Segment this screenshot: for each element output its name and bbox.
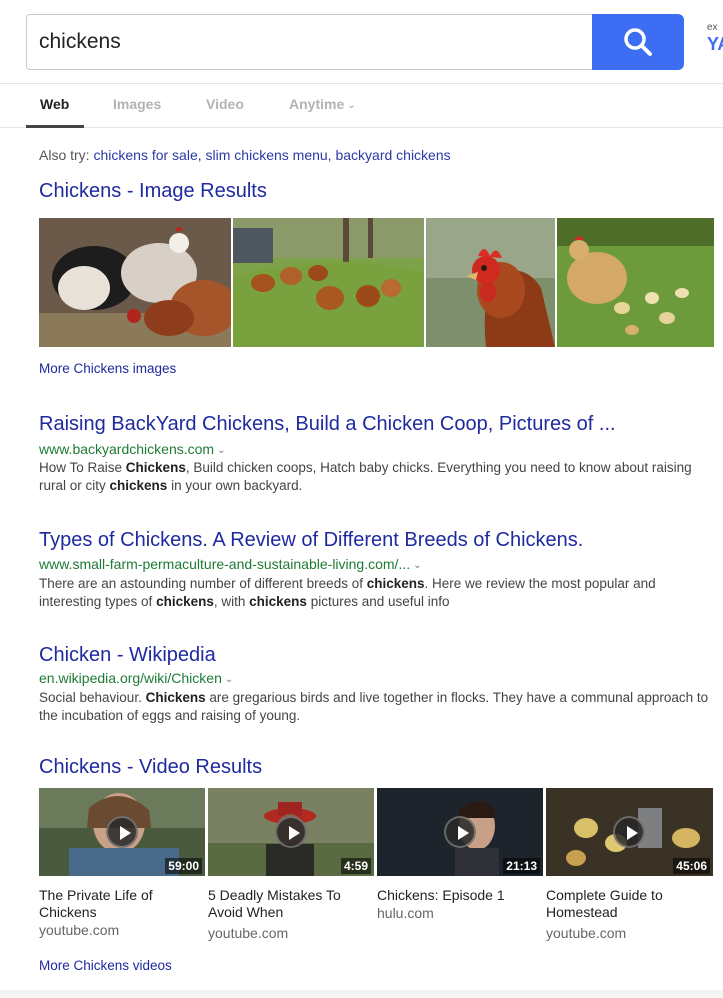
video-source: hulu.com xyxy=(377,905,434,921)
brand-logo-text: YA xyxy=(707,34,723,54)
video-title[interactable]: Complete Guide to Homestead xyxy=(546,887,706,921)
play-icon[interactable] xyxy=(106,816,138,848)
page-bottom-bar xyxy=(0,990,723,998)
video-source: youtube.com xyxy=(546,925,627,941)
result-title[interactable]: Types of Chickens. A Review of Different… xyxy=(39,529,583,552)
video-source: youtube.com xyxy=(39,922,120,938)
image-result-thumbnail[interactable] xyxy=(426,218,555,347)
video-thumbnail[interactable]: 45:06 xyxy=(546,788,713,876)
play-icon[interactable] xyxy=(275,816,307,848)
result-snippet: How To Raise Chickens, Build chicken coo… xyxy=(39,460,692,493)
result-url[interactable]: www.small-farm-permaculture-and-sustaina… xyxy=(39,556,422,572)
search-tabs: Web Images Video Anytime ⌄ xyxy=(0,84,723,128)
more-videos-link[interactable]: More Chickens videos xyxy=(39,958,172,973)
chevron-down-icon[interactable]: ⌄ xyxy=(413,560,421,571)
video-duration: 45:06 xyxy=(673,858,710,874)
image-result-thumbnail[interactable] xyxy=(39,218,231,347)
video-thumbnail[interactable]: 21:13 xyxy=(377,788,543,876)
play-icon[interactable] xyxy=(613,816,645,848)
result-url-text: www.backyardchickens.com xyxy=(39,441,215,457)
also-try-link[interactable]: chickens for sale, xyxy=(93,147,201,163)
video-title[interactable]: The Private Life of Chickens xyxy=(39,887,199,921)
result-url-text: en.wikipedia.org/wiki/Chicken xyxy=(39,670,222,686)
active-tab-indicator xyxy=(26,125,84,128)
result-snippet: There are an astounding number of differ… xyxy=(39,576,656,609)
search-icon xyxy=(624,28,652,56)
tab-images[interactable]: Images xyxy=(113,96,161,112)
search-header: ex YA xyxy=(0,0,723,84)
image-result-thumbnail[interactable] xyxy=(557,218,714,347)
tab-video[interactable]: Video xyxy=(206,96,244,112)
hen-with-chicks-photo xyxy=(557,218,714,347)
chickens-in-field-photo xyxy=(233,218,424,347)
also-try-link[interactable]: slim chickens menu, xyxy=(206,147,332,163)
more-images-link[interactable]: More Chickens images xyxy=(39,361,176,376)
also-try: Also try: chickens for sale, slim chicke… xyxy=(39,147,451,163)
result-url[interactable]: en.wikipedia.org/wiki/Chicken ⌄ xyxy=(39,670,233,686)
also-try-link[interactable]: backyard chickens xyxy=(335,147,450,163)
video-thumbnail[interactable]: 4:59 xyxy=(208,788,374,876)
result-url[interactable]: www.backyardchickens.com ⌄ xyxy=(39,441,225,457)
brand-small-text: ex xyxy=(707,22,718,33)
chevron-down-icon[interactable]: ⌄ xyxy=(225,674,233,685)
video-source: youtube.com xyxy=(208,925,289,941)
also-try-label: Also try: xyxy=(39,147,90,163)
video-thumbnail[interactable]: 59:00 xyxy=(39,788,205,876)
video-duration: 21:13 xyxy=(503,858,540,874)
video-title[interactable]: Chickens: Episode 1 xyxy=(377,887,537,904)
chevron-down-icon[interactable]: ⌄ xyxy=(217,445,225,456)
play-icon[interactable] xyxy=(444,816,476,848)
image-result-thumbnail[interactable] xyxy=(233,218,424,347)
video-duration: 59:00 xyxy=(165,858,202,874)
chevron-down-icon: ⌄ xyxy=(347,100,356,111)
result-title[interactable]: Raising BackYard Chickens, Build a Chick… xyxy=(39,413,616,436)
brand-logo[interactable]: ex YA xyxy=(707,22,723,62)
search-input[interactable] xyxy=(39,15,584,69)
tab-anytime[interactable]: Anytime ⌄ xyxy=(289,96,356,112)
video-title[interactable]: 5 Deadly Mistakes To Avoid When xyxy=(208,887,368,921)
result-title[interactable]: Chicken - Wikipedia xyxy=(39,644,216,667)
flock-of-chickens-photo xyxy=(39,218,231,347)
video-results-title[interactable]: Chickens - Video Results xyxy=(39,756,262,779)
result-url-text: www.small-farm-permaculture-and-sustaina… xyxy=(39,556,411,572)
search-box[interactable] xyxy=(26,14,593,70)
search-button[interactable] xyxy=(592,14,684,70)
hen-closeup-photo xyxy=(426,218,555,347)
tab-anytime-label: Anytime xyxy=(289,96,345,112)
video-duration: 4:59 xyxy=(340,858,371,874)
tab-web[interactable]: Web xyxy=(40,96,69,112)
image-results-title[interactable]: Chickens - Image Results xyxy=(39,180,267,203)
result-snippet: Social behaviour. Chickens are gregariou… xyxy=(39,690,709,723)
